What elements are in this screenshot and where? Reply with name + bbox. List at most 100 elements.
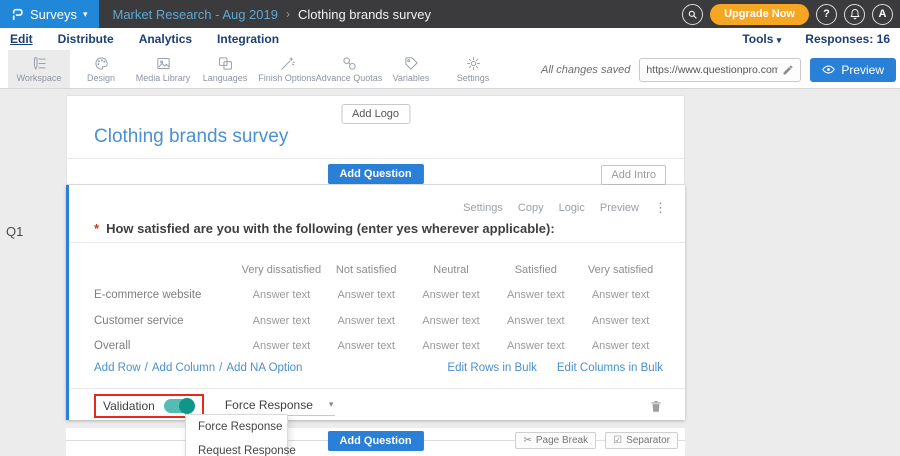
answer-cell[interactable]: Answer text xyxy=(493,289,578,301)
search-icon xyxy=(687,9,698,20)
tab-analytics[interactable]: Analytics xyxy=(139,32,192,46)
answer-cell[interactable]: Answer text xyxy=(409,340,494,352)
answer-cell[interactable]: Answer text xyxy=(578,289,663,301)
edit-columns-in-bulk-link[interactable]: Edit Columns in Bulk xyxy=(557,362,663,374)
add-question-button-top[interactable]: Add Question xyxy=(327,164,423,184)
question-copy-link[interactable]: Copy xyxy=(518,202,544,214)
answer-cell[interactable]: Answer text xyxy=(409,289,494,301)
quota-links-icon xyxy=(342,56,357,71)
row-links: Add Row / Add Column / Add NA Option Edi… xyxy=(94,362,663,374)
surveys-label: Surveys xyxy=(30,7,77,22)
answer-cell[interactable]: Answer text xyxy=(409,315,494,327)
tab-integration[interactable]: Integration xyxy=(217,32,279,46)
answer-cell[interactable]: Answer text xyxy=(324,340,409,352)
survey-url-input[interactable] xyxy=(646,64,778,76)
tool-settings[interactable]: Settings xyxy=(442,50,504,88)
tool-finish-options[interactable]: Finish Options xyxy=(256,50,318,88)
notifications-button[interactable] xyxy=(844,4,865,25)
question-text[interactable]: *How satisfied are you with the followin… xyxy=(94,221,660,236)
answer-cell[interactable]: Answer text xyxy=(239,315,324,327)
tool-variables[interactable]: Variables xyxy=(380,50,442,88)
breadcrumb-separator-icon: › xyxy=(286,7,290,21)
chevron-down-icon: ▾ xyxy=(83,10,88,19)
top-header: Surveys ▾ Market Research - Aug 2019 › C… xyxy=(0,0,900,28)
answer-cell[interactable]: Answer text xyxy=(239,289,324,301)
question-actions: Settings Copy Logic Preview ⋮ xyxy=(463,200,667,216)
page-break-button[interactable]: ✂ Page Break xyxy=(515,432,596,449)
answer-cell[interactable]: Answer text xyxy=(324,289,409,301)
answer-cell[interactable]: Answer text xyxy=(578,340,663,352)
trash-icon xyxy=(649,399,663,414)
divider xyxy=(69,242,685,243)
row-header[interactable]: Overall xyxy=(94,340,239,352)
add-na-option-link[interactable]: Add NA Option xyxy=(226,362,302,374)
nav-right: Tools ▾ Responses: 16 xyxy=(742,32,890,46)
menu-item-request-response[interactable]: Request Response xyxy=(186,439,287,456)
search-button[interactable] xyxy=(682,4,703,25)
divider xyxy=(67,158,684,159)
matrix-row: Overall Answer text Answer text Answer t… xyxy=(94,334,663,360)
surveys-menu-button[interactable]: Surveys ▾ xyxy=(0,0,99,28)
tool-advance-quotas[interactable]: Advance Quotas xyxy=(318,50,380,88)
answer-cell[interactable]: Answer text xyxy=(239,340,324,352)
preview-button[interactable]: Preview xyxy=(810,58,896,82)
add-logo-button[interactable]: Add Logo xyxy=(341,104,410,124)
tool-workspace[interactable]: Workspace xyxy=(8,50,70,88)
survey-title[interactable]: Clothing brands survey xyxy=(94,126,288,148)
add-question-button-bottom[interactable]: Add Question xyxy=(327,431,423,451)
kebab-menu-icon[interactable]: ⋮ xyxy=(654,200,667,216)
survey-url-field xyxy=(639,58,801,82)
validation-toggle[interactable] xyxy=(164,399,194,413)
answer-cell[interactable]: Answer text xyxy=(493,315,578,327)
save-status: All changes saved xyxy=(541,64,630,76)
add-intro-button[interactable]: Add Intro xyxy=(601,165,666,185)
add-column-link[interactable]: Add Column xyxy=(152,362,215,374)
palette-icon xyxy=(94,56,109,71)
column-header[interactable]: Very satisfied xyxy=(578,264,663,276)
validation-label: Validation xyxy=(103,399,155,413)
translate-icon xyxy=(218,56,233,71)
answer-cell[interactable]: Answer text xyxy=(324,315,409,327)
column-header[interactable]: Satisfied xyxy=(493,264,578,276)
validation-row: Validation Force Response ▾ xyxy=(94,394,663,418)
help-button[interactable]: ? xyxy=(816,4,837,25)
tool-design[interactable]: Design xyxy=(70,50,132,88)
avatar[interactable]: A xyxy=(872,4,893,25)
column-header[interactable]: Very dissatisfied xyxy=(239,264,324,276)
slash-separator: / xyxy=(219,362,222,374)
breadcrumb-folder[interactable]: Market Research - Aug 2019 xyxy=(113,7,278,22)
row-header[interactable]: Customer service xyxy=(94,315,239,327)
column-header[interactable]: Neutral xyxy=(409,264,494,276)
question-logic-link[interactable]: Logic xyxy=(559,202,585,214)
tools-menu[interactable]: Tools ▾ xyxy=(742,32,781,46)
menu-item-force-response[interactable]: Force Response xyxy=(186,415,287,439)
separator-button[interactable]: ☑ Separator xyxy=(605,432,678,449)
checked-checkbox-icon: ☑ xyxy=(613,435,622,446)
column-header[interactable]: Not satisfied xyxy=(324,264,409,276)
chevron-down-icon: ▾ xyxy=(777,35,782,45)
answer-cell[interactable]: Answer text xyxy=(493,340,578,352)
slash-separator: / xyxy=(145,362,148,374)
question-settings-link[interactable]: Settings xyxy=(463,202,503,214)
edit-rows-in-bulk-link[interactable]: Edit Rows in Bulk xyxy=(447,362,536,374)
edit-url-pencil-icon[interactable] xyxy=(782,64,794,76)
row-header[interactable]: E-commerce website xyxy=(94,289,239,301)
tool-media-library[interactable]: Media Library xyxy=(132,50,194,88)
tool-languages[interactable]: Languages xyxy=(194,50,256,88)
responses-count[interactable]: Responses: 16 xyxy=(805,32,890,46)
app-window: Surveys ▾ Market Research - Aug 2019 › C… xyxy=(0,0,900,456)
required-asterisk: * xyxy=(94,221,99,236)
tab-edit[interactable]: Edit xyxy=(10,32,33,46)
upgrade-now-button[interactable]: Upgrade Now xyxy=(710,4,809,25)
gear-icon xyxy=(466,56,481,71)
answer-cell[interactable]: Answer text xyxy=(578,315,663,327)
question-preview-link[interactable]: Preview xyxy=(600,202,639,214)
validation-type-dropdown[interactable]: Force Response ▾ xyxy=(223,397,336,416)
tab-distribute[interactable]: Distribute xyxy=(58,32,114,46)
add-row-link[interactable]: Add Row xyxy=(94,362,141,374)
matrix-row: Customer service Answer text Answer text… xyxy=(94,308,663,334)
between-questions-strip: Add Question ✂ Page Break ☑ Separator xyxy=(66,428,685,456)
editor-toolbar: Workspace Design Media Library Languages… xyxy=(0,50,900,89)
matrix-header-row: Very dissatisfied Not satisfied Neutral … xyxy=(94,257,663,283)
delete-question-button[interactable] xyxy=(649,399,663,414)
